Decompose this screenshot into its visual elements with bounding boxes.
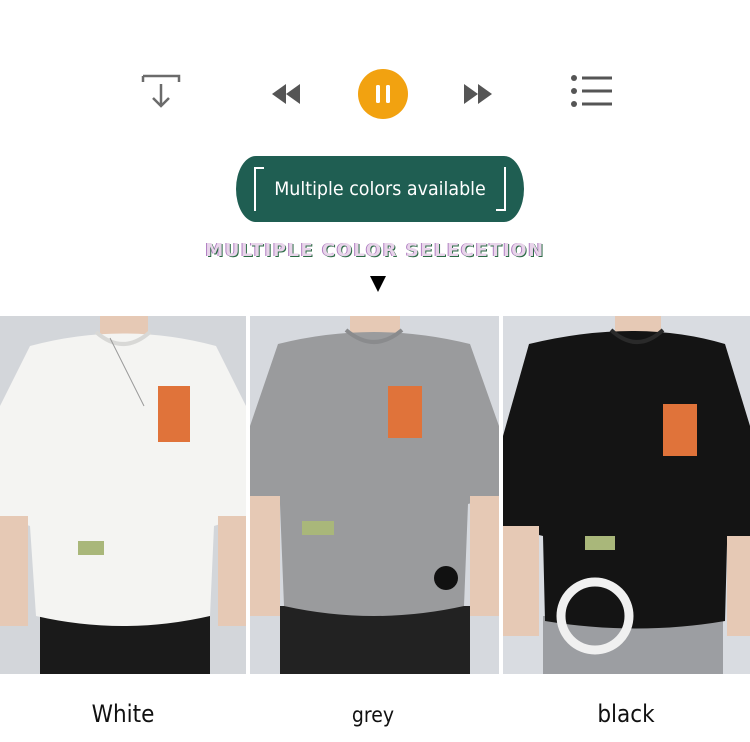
pause-icon [376, 85, 390, 103]
colors-banner: Multiple colors available [236, 156, 524, 222]
product-image-black[interactable] [503, 316, 750, 674]
rewind-icon[interactable] [266, 78, 306, 110]
download-icon[interactable] [138, 72, 184, 112]
playlist-icon[interactable] [568, 74, 616, 108]
caption-white: White [91, 700, 155, 728]
fast-forward-icon[interactable] [458, 78, 498, 110]
down-arrow-icon [370, 276, 386, 292]
caption-black: black [597, 700, 655, 728]
product-image-grey[interactable] [250, 316, 499, 674]
product-image-white[interactable] [0, 316, 246, 674]
banner-title: Multiple colors available [274, 178, 486, 200]
bracket-right [494, 167, 506, 211]
color-selection-heading: MULTIPLE COLOR SELECETION [205, 240, 545, 261]
caption-grey: grey [351, 703, 395, 727]
pause-button[interactable] [358, 69, 408, 119]
media-controls [0, 60, 750, 130]
